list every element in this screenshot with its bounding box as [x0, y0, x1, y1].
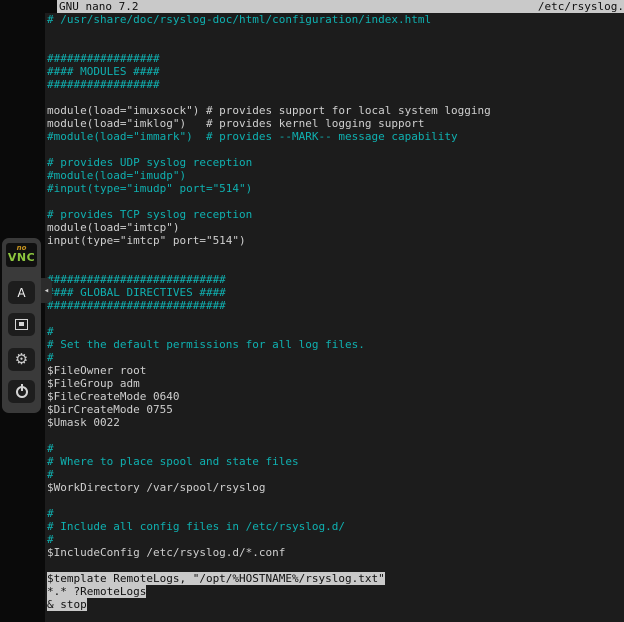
editor-line: ########################### — [47, 273, 624, 286]
editor-lines[interactable]: # /usr/share/doc/rsyslog-doc/html/config… — [45, 13, 624, 611]
collapse-arrow-icon: ◂ — [44, 286, 49, 296]
control-bar-handle[interactable]: ◂ — [41, 278, 52, 303]
editor-line: # /usr/share/doc/rsyslog-doc/html/config… — [47, 13, 624, 26]
nano-version: GNU nano 7.2 — [57, 0, 138, 13]
editor-line — [47, 494, 624, 507]
editor-line: # provides TCP syslog reception — [47, 208, 624, 221]
fullscreen-button[interactable] — [8, 313, 35, 336]
editor-line: $WorkDirectory /var/spool/rsyslog — [47, 481, 624, 494]
editor-line: $IncludeConfig /etc/rsyslog.d/*.conf — [47, 546, 624, 559]
editor-line: # — [47, 351, 624, 364]
editor-line: # Where to place spool and state files — [47, 455, 624, 468]
editor-line: $Umask 0022 — [47, 416, 624, 429]
editor-line: $FileCreateMode 0640 — [47, 390, 624, 403]
fullscreen-icon — [15, 319, 28, 330]
editor-line — [47, 260, 624, 273]
editor-line: #### GLOBAL DIRECTIVES #### — [47, 286, 624, 299]
editor-line: ########################### — [47, 299, 624, 312]
editor-line: module(load="imuxsock") # provides suppo… — [47, 104, 624, 117]
editor-line — [47, 143, 624, 156]
editor-line: $FileOwner root — [47, 364, 624, 377]
editor-line: #input(type="imudp" port="514") — [47, 182, 624, 195]
nano-filename: /etc/rsyslog. — [538, 0, 624, 13]
keyboard-button[interactable]: A — [8, 281, 35, 304]
settings-button[interactable]: ⚙ — [8, 348, 35, 371]
editor-line: # Include all config files in /etc/rsysl… — [47, 520, 624, 533]
editor-line: # — [47, 507, 624, 520]
editor-line — [47, 39, 624, 52]
editor-line — [47, 26, 624, 39]
editor-line — [47, 559, 624, 572]
editor-line — [47, 312, 624, 325]
editor-line: input(type="imtcp" port="514") — [47, 234, 624, 247]
keyboard-icon: A — [17, 287, 25, 299]
editor-line: $FileGroup adm — [47, 377, 624, 390]
power-icon — [15, 385, 29, 398]
editor-line: # — [47, 442, 624, 455]
titlebar-notch — [45, 0, 57, 13]
editor-line: #### MODULES #### — [47, 65, 624, 78]
editor-line: #module(load="imudp") — [47, 169, 624, 182]
editor-line: module(load="imklog") # provides kernel … — [47, 117, 624, 130]
editor-line: module(load="imtcp") — [47, 221, 624, 234]
power-button[interactable] — [8, 380, 35, 403]
editor-line: # provides UDP syslog reception — [47, 156, 624, 169]
editor-line: # — [47, 468, 624, 481]
gear-icon: ⚙ — [15, 352, 28, 367]
editor-line: $template RemoteLogs, "/opt/%HOSTNAME%/r… — [47, 572, 624, 585]
novnc-control-bar: no VNC A ⚙ — [2, 238, 41, 413]
editor-line: *.* ?RemoteLogs — [47, 585, 624, 598]
editor-line — [47, 91, 624, 104]
novnc-logo: no VNC — [6, 243, 37, 267]
editor-line: # — [47, 533, 624, 546]
nano-titlebar: GNU nano 7.2 /etc/rsyslog. — [45, 0, 624, 13]
editor-line: ################# — [47, 78, 624, 91]
editor-line: #module(load="immark") # provides --MARK… — [47, 130, 624, 143]
editor-line: # Set the default permissions for all lo… — [47, 338, 624, 351]
editor-line — [47, 195, 624, 208]
editor-line: # — [47, 325, 624, 338]
terminal-window[interactable]: GNU nano 7.2 /etc/rsyslog. # /usr/share/… — [45, 0, 624, 622]
editor-line: ################# — [47, 52, 624, 65]
editor-line — [47, 247, 624, 260]
novnc-logo-vnc: VNC — [6, 252, 37, 264]
editor-line — [47, 429, 624, 442]
editor-line: $DirCreateMode 0755 — [47, 403, 624, 416]
editor-line: & stop — [47, 598, 624, 611]
